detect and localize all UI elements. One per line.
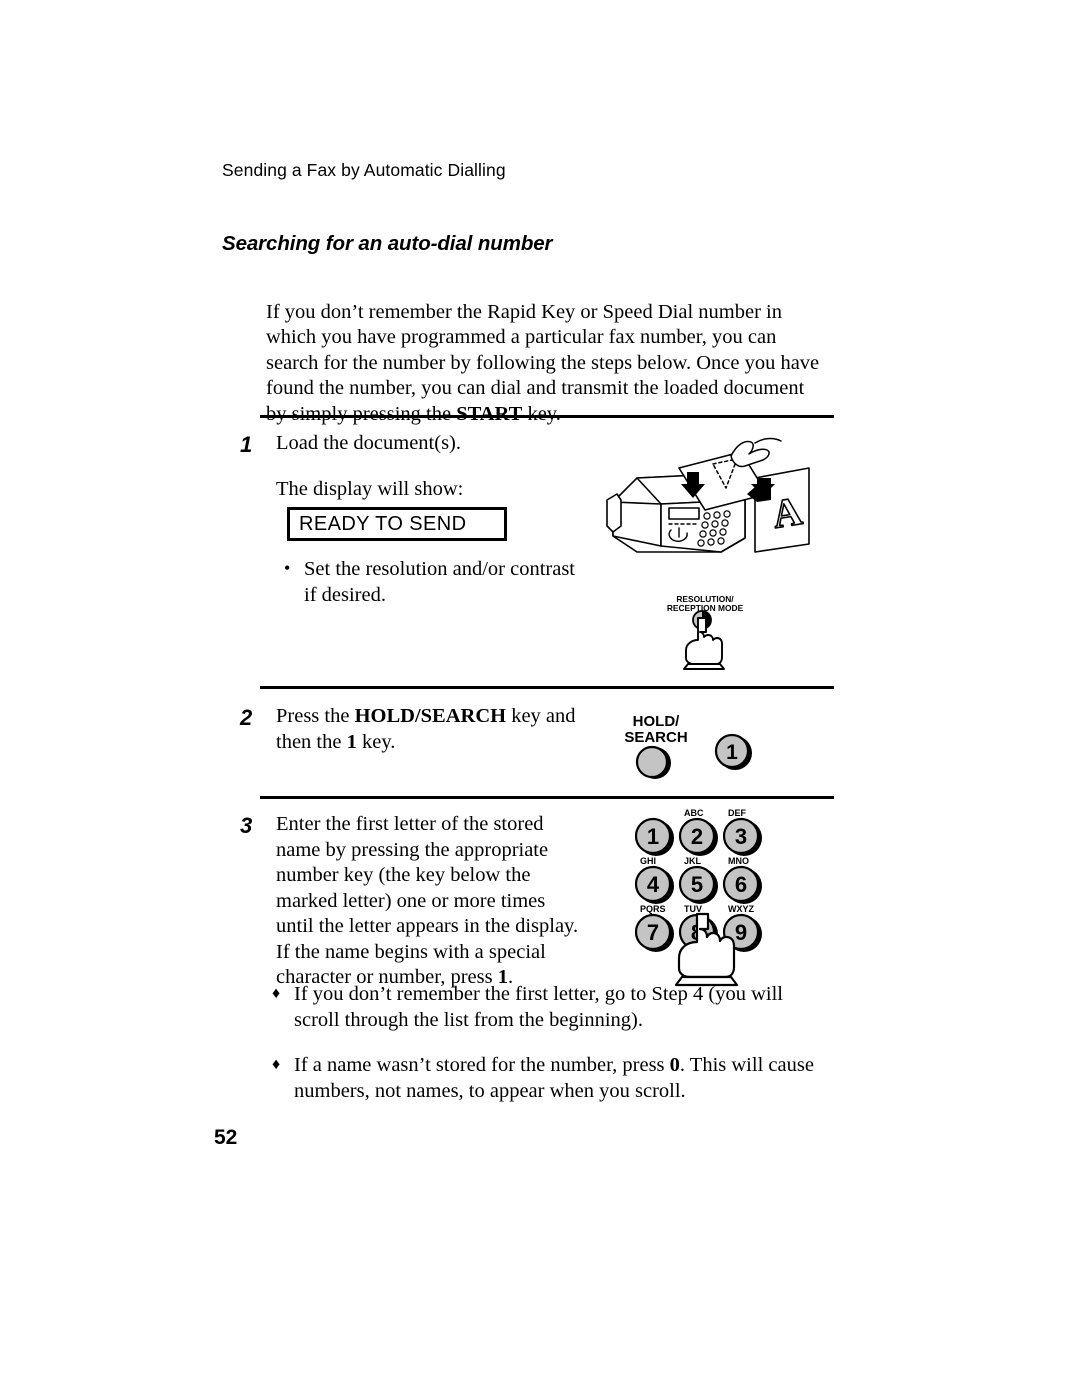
step-1-line-1: Load the document(s). <box>276 432 462 454</box>
fax-machine-illustration: A <box>595 437 845 565</box>
keypad-letters-3: DEF <box>728 808 747 818</box>
step-2-bold-one: 1 <box>346 730 357 753</box>
step-1-line-2: The display will show: <box>276 478 464 500</box>
step-2-text-after: key. <box>356 730 396 753</box>
intro-bold-start-key: START <box>456 402 523 425</box>
step-1-bullet-item: Set the resolution and/or contrast if de… <box>282 556 582 608</box>
keypad-key-label-9: 9 <box>735 920 747 945</box>
keypad-key-label-1: 1 <box>647 824 659 849</box>
notes-list: If you don’t remember the first letter, … <box>272 981 832 1124</box>
step-2-bold-hold-search: HOLD/SEARCH <box>354 705 507 727</box>
step-3-number: 3 <box>240 813 253 838</box>
hold-search-label-line-2: SEARCH <box>624 729 687 746</box>
hold-search-label-line-1: HOLD/ <box>633 713 680 730</box>
lcd-display-text: READY TO SEND <box>299 512 467 535</box>
step-2-text: Press the HOLD/SEARCH key and then the 1… <box>276 704 606 755</box>
keypad-letters-4: GHI <box>640 856 656 866</box>
lcd-display-box: READY TO SEND <box>287 507 507 541</box>
resolution-reception-button-illustration: RESOLUTION/ RECEPTION MODE <box>640 592 770 670</box>
step-1-bullet-list: Set the resolution and/or contrast if de… <box>282 556 582 608</box>
hold-search-round-button <box>635 745 669 779</box>
keypad-key-label-6: 6 <box>735 872 747 897</box>
step-3-text-before: Enter the first letter of the stored nam… <box>276 813 579 988</box>
hold-search-illustration: HOLD/ SEARCH 1 <box>608 706 788 786</box>
step-3-text: Enter the first letter of the stored nam… <box>276 812 581 991</box>
keypad-key-label-4: 4 <box>647 872 660 897</box>
divider-rule-1 <box>260 415 834 418</box>
running-header: Sending a Fax by Automatic Dialling <box>222 160 506 180</box>
keypad-letters-5: JKL <box>684 856 702 866</box>
hold-search-icon: HOLD/ SEARCH 1 <box>624 713 752 779</box>
numeric-key-one-label: 1 <box>726 741 738 764</box>
page-number: 52 <box>214 1126 238 1149</box>
note-item-1: If you don’t remember the first letter, … <box>272 981 832 1033</box>
intro-text-after: key. <box>522 402 561 425</box>
note-1-text-before: If you don’t remember the first letter, … <box>294 983 783 1031</box>
step-1-bullet-text: Set the resolution and/or contrast if de… <box>304 558 575 606</box>
resolution-button-icon: RESOLUTION/ RECEPTION MODE <box>667 594 744 670</box>
keypad-key-label-2: 2 <box>691 824 703 849</box>
keypad-letters-8: TUV <box>684 904 702 914</box>
keypad-letters-9: WXYZ <box>728 904 755 914</box>
step-1-number: 1 <box>240 432 253 457</box>
keypad-letters-6: MNO <box>728 856 749 866</box>
keypad-illustration: 1ABC2DEF3GHI4JKL5MNO6PQRS7TUV8WXYZ9 <box>625 806 795 987</box>
divider-rule-2 <box>260 686 834 689</box>
section-title: Searching for an auto-dial number <box>222 232 553 255</box>
intro-paragraph: If you don’t remember the Rapid Key or S… <box>266 300 828 428</box>
step-2-number: 2 <box>240 705 253 730</box>
note-item-2: If a name wasn’t stored for the number, … <box>272 1052 832 1104</box>
keypad-letters-2: ABC <box>684 808 704 818</box>
divider-rule-3 <box>260 796 834 799</box>
note-2-text-before: If a name wasn’t stored for the number, … <box>294 1054 670 1076</box>
note-2-bold: 0 <box>669 1054 680 1076</box>
fax-machine-icon: A <box>606 437 810 553</box>
keypad-icon: 1ABC2DEF3GHI4JKL5MNO6PQRS7TUV8WXYZ9 <box>634 808 762 987</box>
keypad-key-label-3: 3 <box>735 824 747 849</box>
keypad-key-label-7: 7 <box>647 920 659 945</box>
step-2-text-before: Press the <box>276 705 355 727</box>
manual-page: Sending a Fax by Automatic Dialling Sear… <box>0 0 1080 1397</box>
keypad-key-label-5: 5 <box>691 872 703 897</box>
keypad-letters-7: PQRS <box>640 904 666 914</box>
